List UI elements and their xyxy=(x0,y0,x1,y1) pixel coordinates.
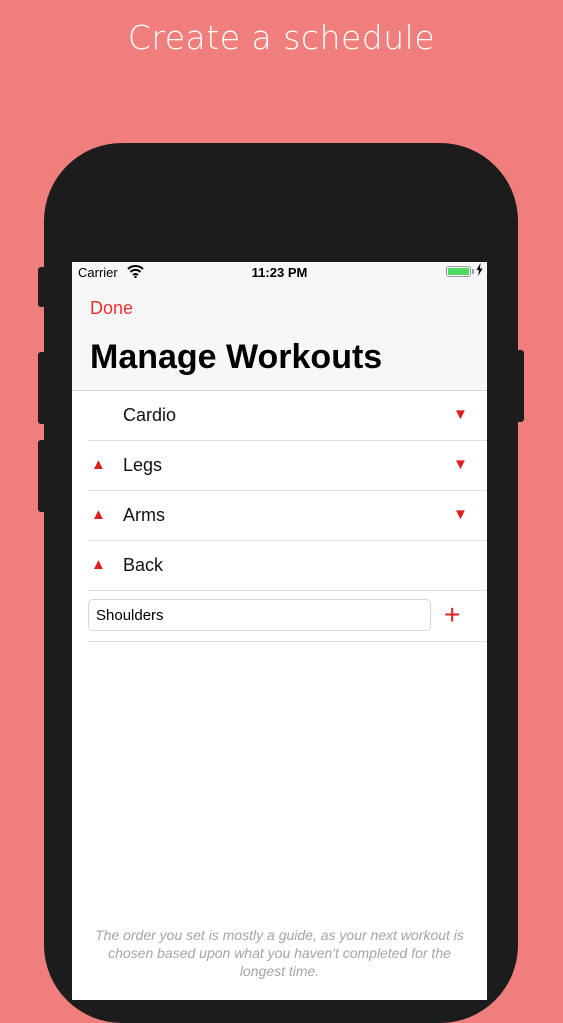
add-workout-row: + xyxy=(88,591,487,642)
status-time: 11:23 PM xyxy=(251,265,308,280)
battery-icon xyxy=(446,266,471,277)
workout-name: Back xyxy=(123,555,164,575)
battery-tip xyxy=(472,269,474,274)
battery-level xyxy=(448,268,469,275)
phone-screen: Carrier 11:23 PM Done Manage Workouts Ca… xyxy=(72,262,487,1000)
add-workout-button[interactable]: + xyxy=(444,600,460,630)
done-button[interactable]: Done xyxy=(90,298,133,319)
new-workout-input[interactable] xyxy=(88,599,431,631)
workout-name: Cardio xyxy=(123,405,177,425)
move-up-icon[interactable]: ▲ xyxy=(91,555,106,575)
workout-name: Legs xyxy=(123,455,163,475)
promo-title: Create a schedule xyxy=(127,18,436,57)
workout-row: Cardio ▼ xyxy=(88,391,487,441)
workout-name: Arms xyxy=(123,505,165,525)
move-down-icon[interactable]: ▼ xyxy=(453,455,468,475)
move-down-icon[interactable]: ▼ xyxy=(453,405,468,425)
workout-list: Cardio ▼ ▲ Legs ▼ ▲ Arms ▼ ▲ Back + xyxy=(88,391,487,642)
page-title: Manage Workouts xyxy=(90,338,383,376)
move-up-icon[interactable]: ▲ xyxy=(91,455,106,475)
workout-row: ▲ Legs ▼ xyxy=(88,441,487,491)
workout-row: ▲ Back xyxy=(88,541,487,591)
status-bar: Carrier 11:23 PM xyxy=(72,262,487,282)
move-up-icon[interactable]: ▲ xyxy=(91,505,106,525)
workout-row: ▲ Arms ▼ xyxy=(88,491,487,541)
navigation-bar: Done Manage Workouts xyxy=(72,282,487,391)
move-down-icon[interactable]: ▼ xyxy=(453,505,468,525)
footer-note: The order you set is mostly a guide, as … xyxy=(95,927,464,979)
charging-bolt-icon xyxy=(476,263,483,279)
